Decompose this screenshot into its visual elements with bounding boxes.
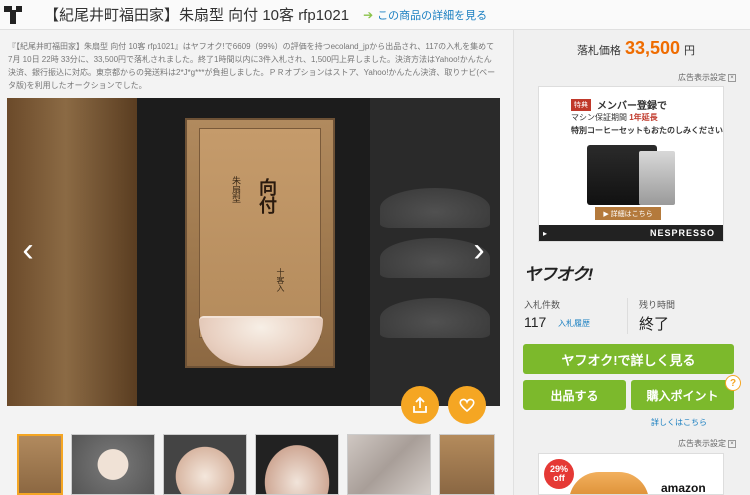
next-image-button[interactable]: › <box>464 230 494 270</box>
close-icon[interactable]: × <box>728 439 736 448</box>
header-bar: 【紀尾井町福田家】朱扇型 向付 10客 rfp1021 ➔ この商品の詳細を見る <box>0 0 750 30</box>
ad-brand-bar: ▸ NESPRESSO <box>539 225 723 241</box>
coffee-machine-image-2 <box>639 151 675 205</box>
box-subtitle-text: 朱扇型 <box>230 176 240 203</box>
thumbnail-2[interactable] <box>71 434 155 495</box>
item-detail-link[interactable]: ➔ この商品の詳細を見る <box>363 7 487 23</box>
ad-settings-label: 広告表示設定 <box>678 439 726 448</box>
ad-line3: 特別コーヒーセットもおたのしみください <box>571 126 723 135</box>
ad-detail-button[interactable]: ▶ 詳細はこちら <box>595 207 661 220</box>
share-button[interactable] <box>401 386 439 424</box>
sidebar: 落札価格 33,500 円 広告表示設定 × 特典 メンバー登録で マシン保証期… <box>513 30 750 495</box>
watchlist-button[interactable] <box>448 386 486 424</box>
ad-brand-name: NESPRESSO <box>649 228 715 238</box>
amazon-ad[interactable]: 29% off amazon <box>538 453 724 495</box>
site-logo-icon[interactable] <box>2 0 24 30</box>
view-on-yafuoku-button[interactable]: ヤフオク!で詳しく見る <box>523 344 734 374</box>
bid-history-link[interactable]: 入札履歴 <box>558 318 590 329</box>
price-unit: 円 <box>684 45 695 57</box>
page: 【紀尾井町福田家】朱扇型 向付 10客 rfp1021 ➔ この商品の詳細を見る… <box>0 0 750 495</box>
fan-dish-shape <box>380 188 490 228</box>
thumbnail-4[interactable] <box>255 434 339 495</box>
prev-image-button[interactable]: ‹ <box>13 230 43 270</box>
purchase-points-button[interactable]: 購入ポイント <box>631 380 734 410</box>
share-icon <box>413 396 427 413</box>
thumbnail-3[interactable] <box>163 434 247 495</box>
adchoices-icon[interactable]: ▸ <box>543 229 548 238</box>
bids-label: 入札件数 <box>524 300 561 310</box>
ad-tokuten-badge: 特典 <box>571 98 591 111</box>
bids-value: 117 <box>524 314 547 330</box>
discount-off: off <box>553 473 565 483</box>
arrow-right-icon: ➔ <box>363 7 374 22</box>
price-value: 33,500 <box>624 38 680 58</box>
thumbnail-6[interactable] <box>439 434 495 495</box>
fan-dish-shape <box>380 298 490 338</box>
nespresso-ad[interactable]: 特典 メンバー登録で マシン保証期間 1年延長 特別コーヒーセットもおたのしみく… <box>538 86 724 242</box>
ad-line2-bold: 1年延長 <box>629 113 658 122</box>
chevron-left-icon: ‹ <box>22 230 34 269</box>
thumbnail-strip <box>17 434 497 495</box>
thumbnail-1[interactable] <box>17 434 63 495</box>
wooden-box-lid <box>199 128 321 338</box>
time-left-value: 終了 <box>639 316 670 333</box>
time-left-label: 残り時間 <box>639 300 676 310</box>
thumbnail-5[interactable] <box>347 434 431 495</box>
discount-badge: 29% off <box>544 459 574 489</box>
page-title: 【紀尾井町福田家】朱扇型 向付 10客 rfp1021 <box>44 7 350 24</box>
divider <box>627 298 628 334</box>
close-icon[interactable]: × <box>728 73 736 82</box>
box-sign-text: 十客入 <box>276 268 285 292</box>
food-image <box>569 472 649 494</box>
amazon-logo: amazon <box>661 481 706 495</box>
price-box: 落札価格 33,500 円 <box>514 38 750 64</box>
box-title-text: 向付 <box>256 178 277 214</box>
ad-settings-link[interactable]: 広告表示設定 × <box>678 72 736 83</box>
sell-button[interactable]: 出品する <box>523 380 626 410</box>
heart-icon <box>459 398 475 413</box>
main-product-image[interactable]: 朱扇型 向付 十客入 ‹ › <box>7 98 500 406</box>
auction-description: 『【紀尾井町福田家】朱扇型 向付 10客 rfp1021』はヤフオク!で6609… <box>8 42 496 90</box>
ad-settings-label: 広告表示設定 <box>678 73 726 82</box>
item-detail-link-label: この商品の詳細を見る <box>377 9 488 22</box>
ad-settings-link-2[interactable]: 広告表示設定 × <box>678 438 736 449</box>
ad-line2: マシン保証期間 1年延長 <box>571 112 658 123</box>
more-info-link[interactable]: 詳しくはこちら <box>651 417 707 428</box>
ad-member-text: メンバー登録で <box>597 101 667 112</box>
ad-promo-row: 特典 メンバー登録で <box>571 97 667 112</box>
ad-line2-text: マシン保証期間 <box>571 113 627 122</box>
help-icon[interactable]: ? <box>725 375 741 391</box>
chevron-right-icon: › <box>473 230 485 269</box>
price-label: 落札価格 <box>576 45 621 57</box>
yafuoku-logo: ヤフオク! <box>524 265 593 284</box>
